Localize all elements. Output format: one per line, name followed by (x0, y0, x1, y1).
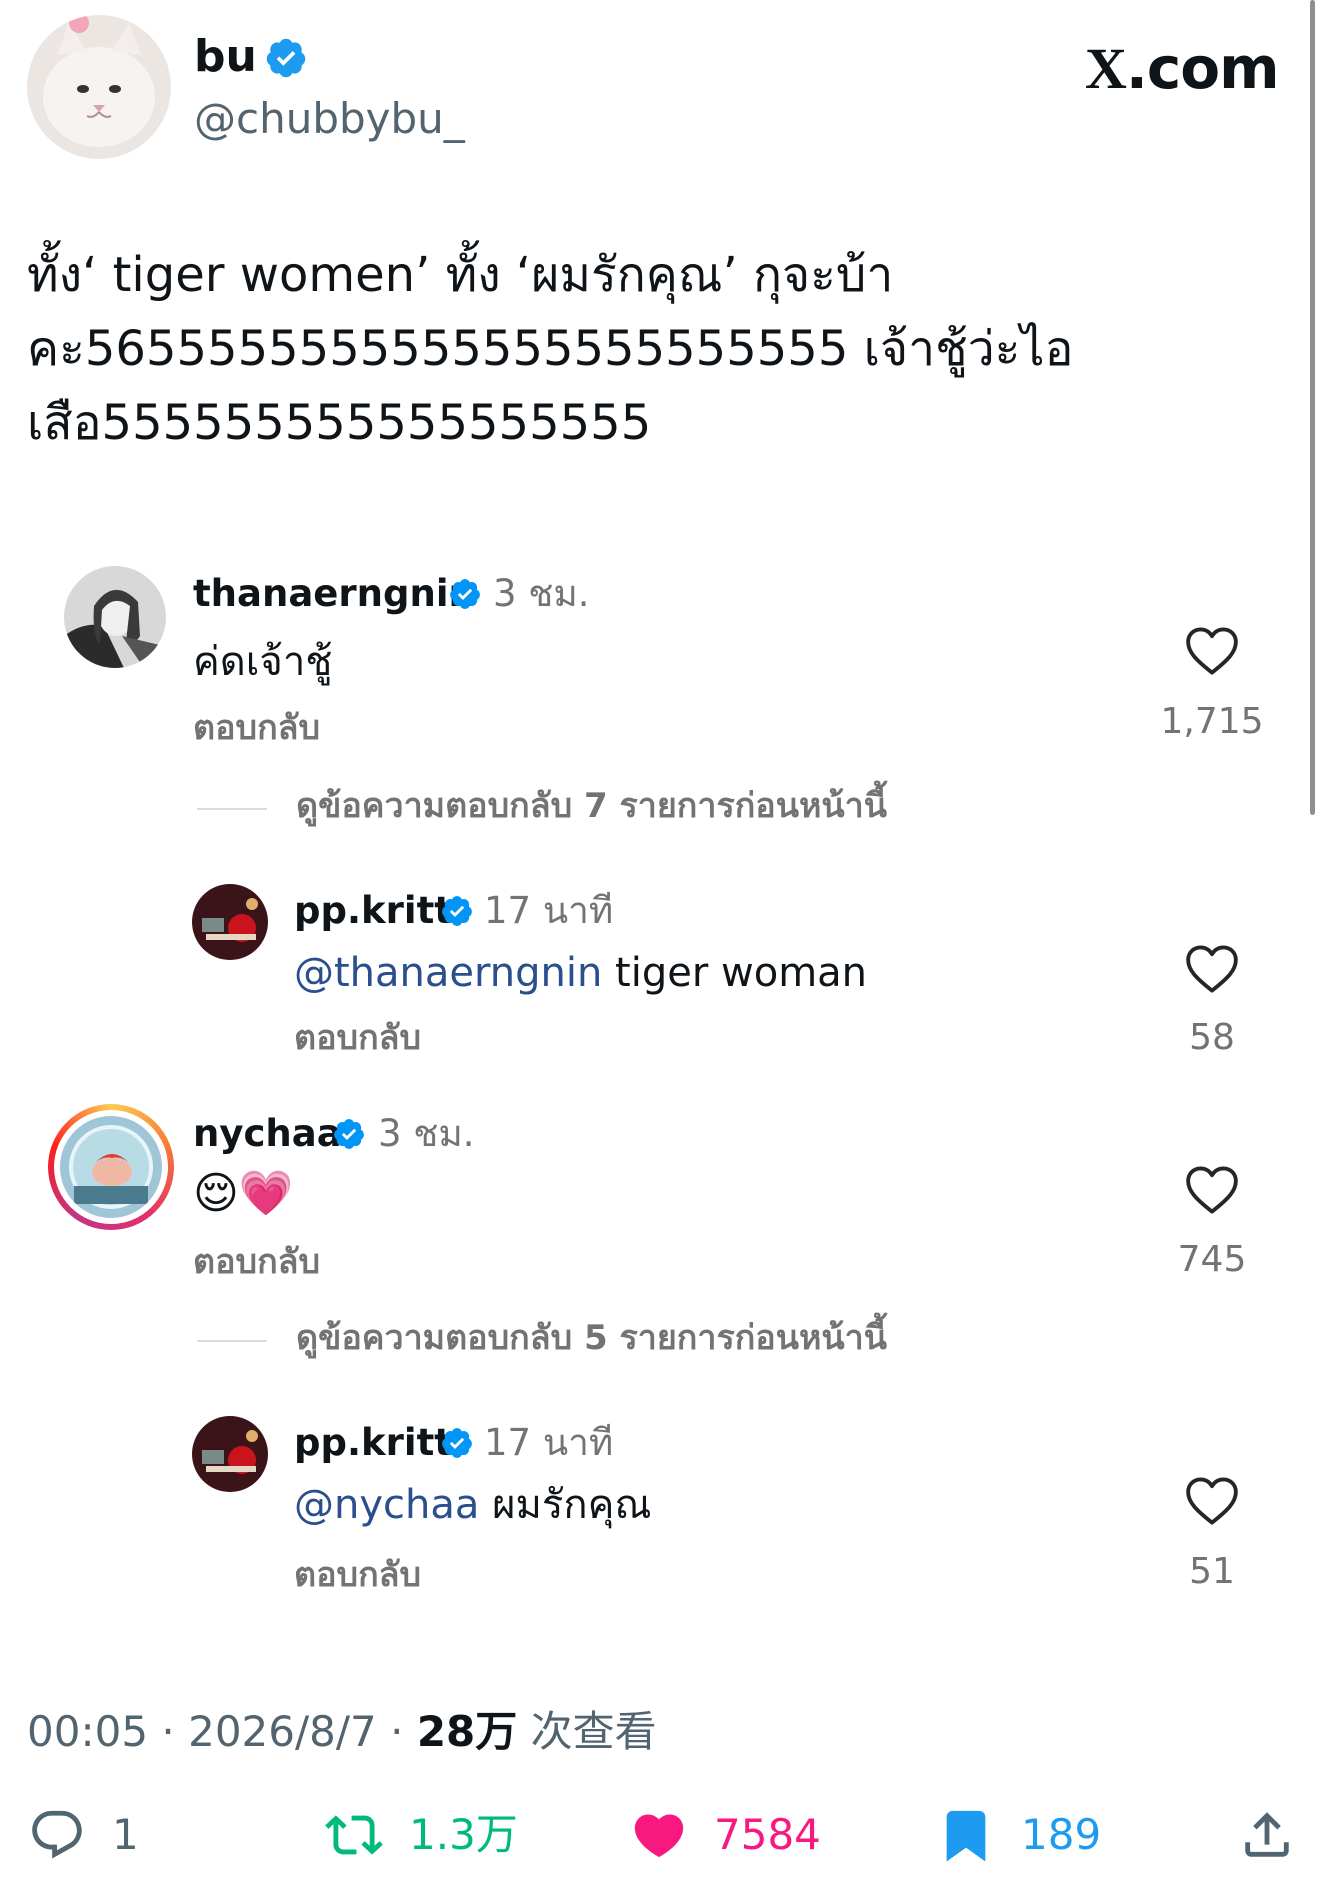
view-label: 次查看 (530, 1707, 657, 1756)
reply-text: @nychaa ผมรักคุณ (294, 1479, 651, 1531)
share-button[interactable] (1238, 1800, 1296, 1870)
x-logo: X (1085, 36, 1127, 101)
tweet-date[interactable]: 2026/8/7 (188, 1707, 377, 1756)
reply-button[interactable]: ตอบกลับ (193, 706, 320, 750)
comment-timestamp: 3 ชม. (378, 1112, 475, 1155)
verified-badge-icon (264, 36, 308, 80)
bookmark-filled-icon (946, 1810, 986, 1862)
scrollbar[interactable] (1310, 0, 1315, 815)
view-previous-replies[interactable]: ดูข้อความตอบกลับ 7 รายการก่อนหน้านี้ (296, 784, 887, 828)
comment-username[interactable]: thanaerngnin (193, 572, 475, 616)
tweet-line: คะ5655555555555555555555555 เจ้าชู้ว่ะไอ (27, 321, 1074, 377)
site-label: X.com (1085, 34, 1280, 103)
comment-like-count: 1,715 (1160, 701, 1264, 742)
tweet-line: ทั้ง‘ tiger women’ ทั้ง ‘ผมรักคุณ’ กุจะบ… (27, 247, 894, 303)
reply-icon (32, 1810, 82, 1859)
reply-timestamp: 17 นาที (484, 889, 614, 932)
comment-like-count: 745 (1177, 1239, 1247, 1280)
retweet-count: 1.3万 (409, 1810, 518, 1859)
reply-text: @thanaerngnin tiger woman (294, 947, 867, 999)
reply-action-button[interactable]: 1 (28, 1800, 139, 1870)
reply-avatar[interactable] (192, 884, 268, 960)
verified-badge-icon (440, 1426, 474, 1460)
heart-outline-icon[interactable] (1184, 944, 1240, 994)
reply-button[interactable]: ตอบกลับ (294, 1553, 421, 1597)
comment-text: ค่ดเจ้าชู้ (193, 639, 333, 685)
verified-badge-icon (332, 1117, 366, 1151)
view-previous-replies[interactable]: ดูข้อความตอบกลับ 5 รายการก่อนหน้านี้ (296, 1316, 887, 1360)
like-count: 7584 (714, 1810, 821, 1859)
story-ring-avatar[interactable] (48, 1104, 174, 1230)
retweet-action-button[interactable]: 1.3万 (325, 1800, 518, 1870)
author-avatar[interactable] (27, 15, 171, 159)
tweet-meta: 00:05 · 2026/8/7 · 28万 次查看 (27, 1707, 657, 1756)
author-name[interactable]: bu (194, 32, 257, 82)
reply-text-body: ผมรักคุณ (479, 1482, 652, 1528)
bookmark-count: 189 (1021, 1810, 1102, 1859)
heart-outline-icon[interactable] (1184, 626, 1240, 676)
comment-username[interactable]: nychaa (193, 1112, 342, 1156)
reply-username[interactable]: pp.kritt (294, 1421, 452, 1465)
author-handle[interactable]: @chubbybu_ (194, 94, 465, 144)
site-domain: .com (1125, 34, 1280, 102)
divider (197, 808, 267, 810)
reply-count: 1 (112, 1810, 139, 1859)
verified-badge-icon (448, 577, 482, 611)
verified-badge-icon (440, 894, 474, 928)
reply-button[interactable]: ตอบกลับ (193, 1240, 320, 1284)
heart-outline-icon[interactable] (1184, 1476, 1240, 1526)
like-action-button[interactable]: 7584 (630, 1800, 821, 1870)
reply-timestamp: 17 นาที (484, 1421, 614, 1464)
bookmark-action-button[interactable]: 189 (937, 1800, 1101, 1870)
mention-link[interactable]: @thanaerngnin (294, 950, 602, 996)
heart-outline-icon[interactable] (1184, 1165, 1240, 1215)
tweet-text: ทั้ง‘ tiger women’ ทั้ง ‘ผมรักคุณ’ กุจะบ… (27, 238, 1277, 460)
action-bar: 1 1.3万 7584 189 (0, 1800, 1320, 1880)
heart-filled-icon (634, 1814, 684, 1858)
comment-emoji-text: 😌💗 (193, 1168, 294, 1219)
reply-text-body: tiger woman (602, 950, 868, 996)
mention-link[interactable]: @nychaa (294, 1482, 479, 1528)
view-count: 28万 (416, 1707, 518, 1756)
reply-avatar[interactable] (192, 1416, 268, 1492)
reply-username[interactable]: pp.kritt (294, 889, 452, 933)
reply-like-count: 58 (1189, 1017, 1235, 1058)
retweet-icon (325, 1815, 383, 1855)
reply-button[interactable]: ตอบกลับ (294, 1016, 421, 1060)
comment-avatar[interactable] (64, 566, 166, 668)
tweet-time[interactable]: 00:05 (27, 1707, 148, 1756)
reply-like-count: 51 (1189, 1551, 1235, 1592)
comment-timestamp: 3 ชม. (493, 572, 590, 615)
share-icon (1245, 1812, 1289, 1857)
tweet-line: เสือ555555555555555555 (27, 395, 652, 451)
divider (197, 1340, 267, 1342)
